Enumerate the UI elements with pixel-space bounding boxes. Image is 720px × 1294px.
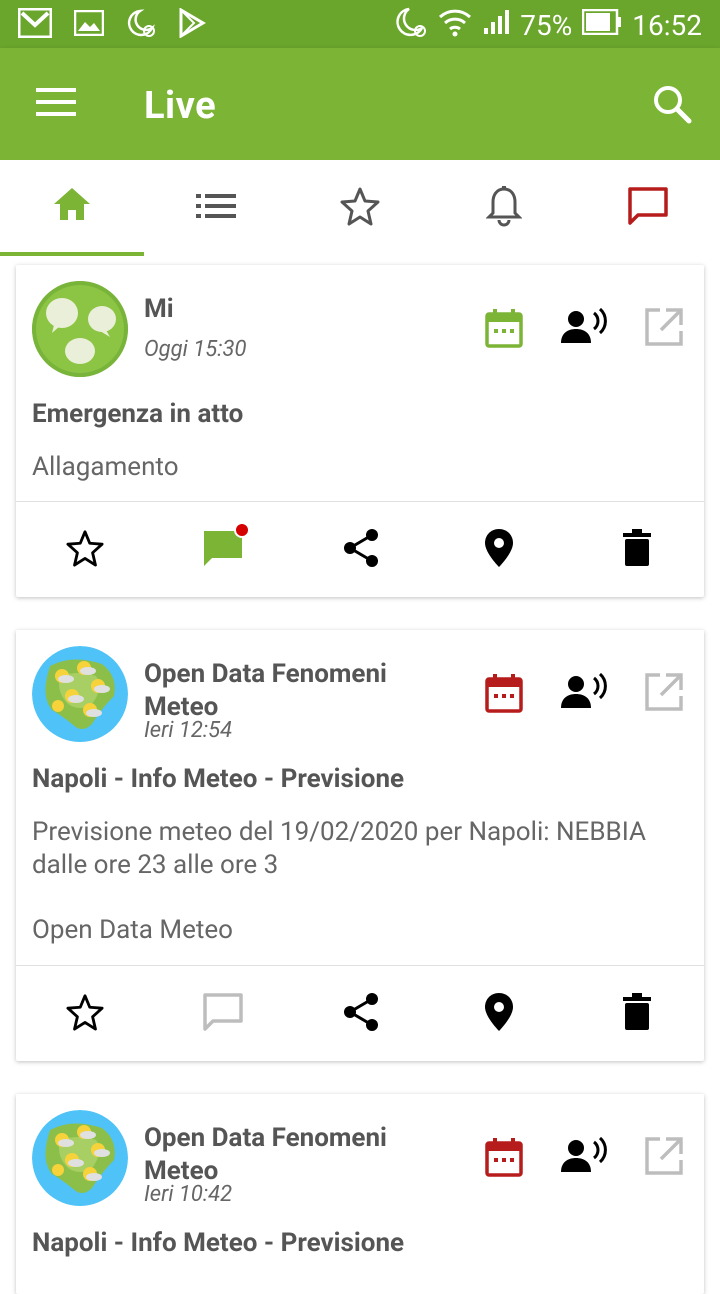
bell-icon (485, 185, 523, 231)
unread-badge (234, 522, 250, 538)
share-icon (342, 992, 380, 1036)
avatar (32, 281, 128, 377)
comment-button[interactable] (154, 502, 292, 598)
share-button[interactable] (292, 966, 430, 1062)
card-title: Napoli - Info Meteo - Previsione (32, 1228, 405, 1258)
comment-icon (202, 522, 250, 572)
calendar-icon[interactable] (484, 672, 524, 718)
trash-icon (622, 993, 652, 1035)
menu-icon[interactable] (36, 86, 76, 122)
map-pin-icon (484, 992, 514, 1036)
search-icon[interactable] (652, 84, 692, 128)
gmail-icon (17, 7, 53, 42)
list-icon (196, 192, 236, 224)
location-button[interactable] (430, 966, 568, 1062)
map-pin-icon (484, 528, 514, 572)
voice-icon[interactable] (560, 307, 608, 351)
star-outline-icon (339, 186, 381, 230)
calendar-icon[interactable] (484, 1136, 524, 1182)
signal-icon (482, 8, 510, 43)
comment-outline-icon (202, 992, 244, 1036)
share-button[interactable] (292, 502, 430, 598)
open-external-icon[interactable] (644, 1136, 684, 1180)
wifi-icon (438, 7, 472, 44)
trash-icon (622, 529, 652, 571)
battery-percent: 75% (520, 9, 573, 42)
open-external-icon[interactable] (644, 672, 684, 716)
page-title: Live (144, 84, 217, 128)
calendar-icon[interactable] (484, 307, 524, 353)
tab-notifications[interactable] (432, 160, 576, 256)
message-icon (627, 186, 669, 230)
card-body: Allagamento (32, 452, 179, 482)
status-bar: 75% 16:52 (0, 0, 720, 48)
play-store-icon (178, 7, 206, 42)
card-source: Open Data Meteo (32, 915, 233, 945)
voice-icon[interactable] (560, 672, 608, 716)
timestamp: Ieri 12:54 (144, 718, 233, 743)
delete-button[interactable] (568, 502, 706, 598)
card-title: Napoli - Info Meteo - Previsione (32, 764, 405, 794)
share-icon (342, 528, 380, 572)
card-body: Previsione meteo del 19/02/2020 per Napo… (32, 817, 646, 880)
app-bar: Live (0, 48, 720, 160)
sender-name: Open Data Fenomeni Meteo (144, 1123, 387, 1186)
tab-messages[interactable] (576, 160, 720, 256)
favorite-button[interactable] (16, 966, 154, 1062)
gallery-icon (73, 9, 105, 40)
star-outline-icon (65, 993, 105, 1035)
battery-icon (582, 8, 622, 42)
card-title: Emergenza in atto (32, 399, 244, 429)
sender-name: Mi (144, 294, 174, 324)
star-outline-icon (65, 529, 105, 571)
sender-name: Open Data Fenomeni Meteo (144, 659, 387, 722)
home-icon (52, 186, 92, 226)
timestamp: Ieri 10:42 (144, 1182, 233, 1207)
comment-button[interactable] (154, 966, 292, 1062)
card-actions (16, 966, 704, 1062)
tab-home[interactable] (0, 160, 144, 256)
feed-card[interactable]: Mi Oggi 15:30 Emergenza in atto Allagame… (16, 265, 704, 597)
moon-alarm-icon (126, 8, 156, 42)
avatar (32, 1110, 128, 1206)
voice-icon[interactable] (560, 1136, 608, 1180)
delete-button[interactable] (568, 966, 706, 1062)
feed-card[interactable]: Open Data Fenomeni Meteo Ieri 10:42 Napo… (16, 1094, 704, 1294)
favorite-button[interactable] (16, 502, 154, 598)
open-external-icon[interactable] (644, 307, 684, 351)
card-actions (16, 502, 704, 598)
location-button[interactable] (430, 502, 568, 598)
timestamp: Oggi 15:30 (144, 337, 247, 362)
clock: 16:52 (632, 9, 702, 42)
feed-card[interactable]: Open Data Fenomeni Meteo Ieri 12:54 Napo… (16, 630, 704, 1061)
avatar (32, 646, 128, 742)
moon-alarm-icon (394, 6, 428, 45)
tab-favorites[interactable] (288, 160, 432, 256)
tab-list[interactable] (144, 160, 288, 256)
tab-bar (0, 160, 720, 256)
